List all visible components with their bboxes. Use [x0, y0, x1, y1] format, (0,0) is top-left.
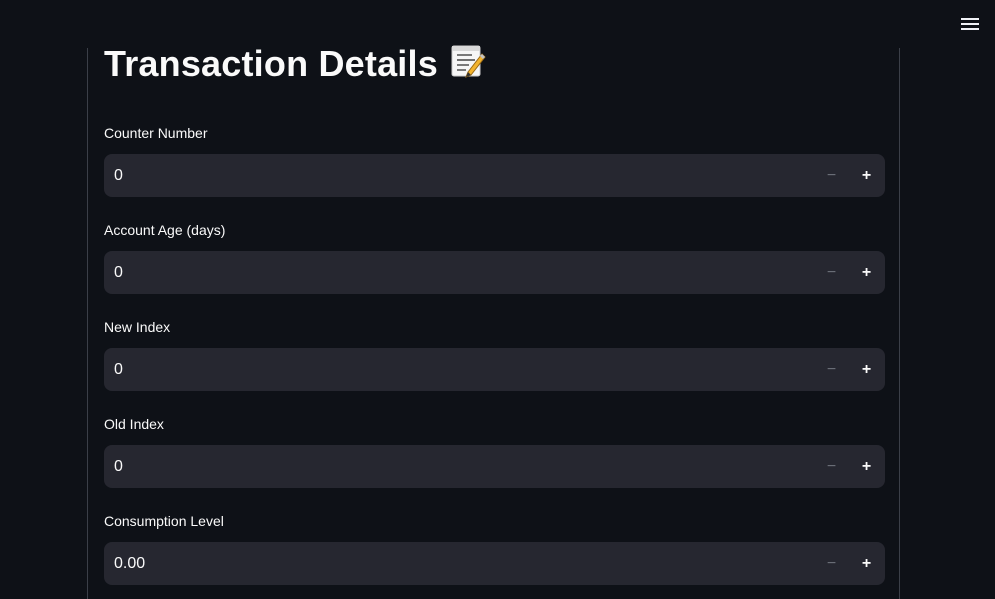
account-age-increment-button[interactable]: +: [849, 251, 884, 294]
consumption-level-label: Consumption Level: [104, 513, 224, 529]
menu-line-icon: [961, 28, 979, 30]
new-index-field: New Index − +: [104, 318, 885, 391]
old-index-input[interactable]: [104, 445, 804, 488]
app-window: Transaction Details Counter Number − +: [0, 0, 995, 599]
memo-icon: [451, 45, 486, 79]
new-index-increment-button[interactable]: +: [849, 348, 884, 391]
account-age-field: Account Age (days) − +: [104, 221, 885, 294]
main-content: Transaction Details Counter Number − +: [87, 44, 900, 599]
account-age-decrement-button[interactable]: −: [814, 251, 849, 294]
old-index-decrement-button[interactable]: −: [814, 445, 849, 488]
consumption-level-input-wrapper: − +: [104, 542, 885, 585]
page-title: Transaction Details: [104, 44, 486, 85]
consumption-level-decrement-button[interactable]: −: [814, 542, 849, 585]
counter-number-input-wrapper: − +: [104, 154, 885, 197]
account-age-label: Account Age (days): [104, 222, 226, 238]
old-index-field: Old Index − +: [104, 415, 885, 488]
old-index-label: Old Index: [104, 416, 164, 432]
new-index-input-wrapper: − +: [104, 348, 885, 391]
page-title-text: Transaction Details: [104, 43, 438, 84]
counter-number-increment-button[interactable]: +: [849, 154, 884, 197]
new-index-input[interactable]: [104, 348, 804, 391]
new-index-decrement-button[interactable]: −: [814, 348, 849, 391]
consumption-level-field: Consumption Level − +: [104, 512, 885, 585]
menu-line-icon: [961, 18, 979, 20]
counter-number-label: Counter Number: [104, 125, 208, 141]
counter-number-field: Counter Number − +: [104, 124, 885, 197]
account-age-input-wrapper: − +: [104, 251, 885, 294]
menu-line-icon: [961, 23, 979, 25]
counter-number-input[interactable]: [104, 154, 804, 197]
hamburger-menu-button[interactable]: [958, 10, 982, 38]
account-age-input[interactable]: [104, 251, 804, 294]
old-index-increment-button[interactable]: +: [849, 445, 884, 488]
consumption-level-increment-button[interactable]: +: [849, 542, 884, 585]
counter-number-decrement-button[interactable]: −: [814, 154, 849, 197]
consumption-level-input[interactable]: [104, 542, 804, 585]
old-index-input-wrapper: − +: [104, 445, 885, 488]
new-index-label: New Index: [104, 319, 171, 335]
